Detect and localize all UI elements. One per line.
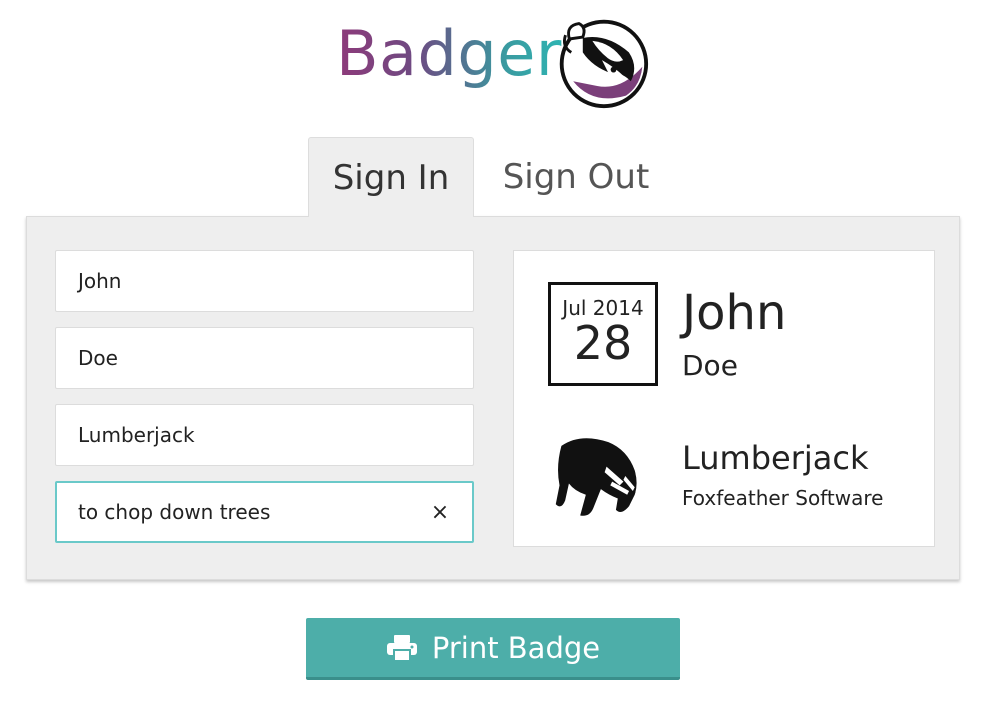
badger-logo-icon <box>559 19 649 109</box>
brand-header: Badger <box>336 14 649 109</box>
badge-day: 28 <box>573 316 633 370</box>
badge-last-name: Doe <box>682 349 738 382</box>
print-badge-label: Print Badge <box>431 630 601 665</box>
sign-in-panel: John Doe Lumberjack to chop down trees ×… <box>26 216 960 580</box>
tab-sign-in[interactable]: Sign In <box>308 137 474 217</box>
role-value: Lumberjack <box>78 423 195 447</box>
badger-silhouette-icon <box>555 438 637 516</box>
clear-icon[interactable]: × <box>420 492 460 532</box>
tab-sign-out[interactable]: Sign Out <box>474 137 678 217</box>
badge-company: Foxfeather Software <box>682 486 884 510</box>
badge-first-name: John <box>682 285 787 341</box>
brand-name: Badger <box>336 14 562 94</box>
last-name-field[interactable]: Doe <box>55 327 474 389</box>
role-field[interactable]: Lumberjack <box>55 404 474 466</box>
first-name-field[interactable]: John <box>55 250 474 312</box>
badge-preview: Jul 2014 28 John Doe Lumberjack Foxfeath… <box>513 250 935 547</box>
page: Badger Sign In Sign Out John Doe Lumberj… <box>0 0 1000 712</box>
first-name-value: John <box>78 269 122 293</box>
last-name-value: Doe <box>78 346 118 370</box>
badge-role: Lumberjack <box>682 439 869 477</box>
purpose-field[interactable]: to chop down trees × <box>55 481 474 543</box>
print-badge-button[interactable]: Print Badge <box>306 618 680 680</box>
printer-icon <box>386 634 417 662</box>
date-box: Jul 2014 28 <box>548 282 658 386</box>
purpose-value: to chop down trees <box>78 500 271 524</box>
